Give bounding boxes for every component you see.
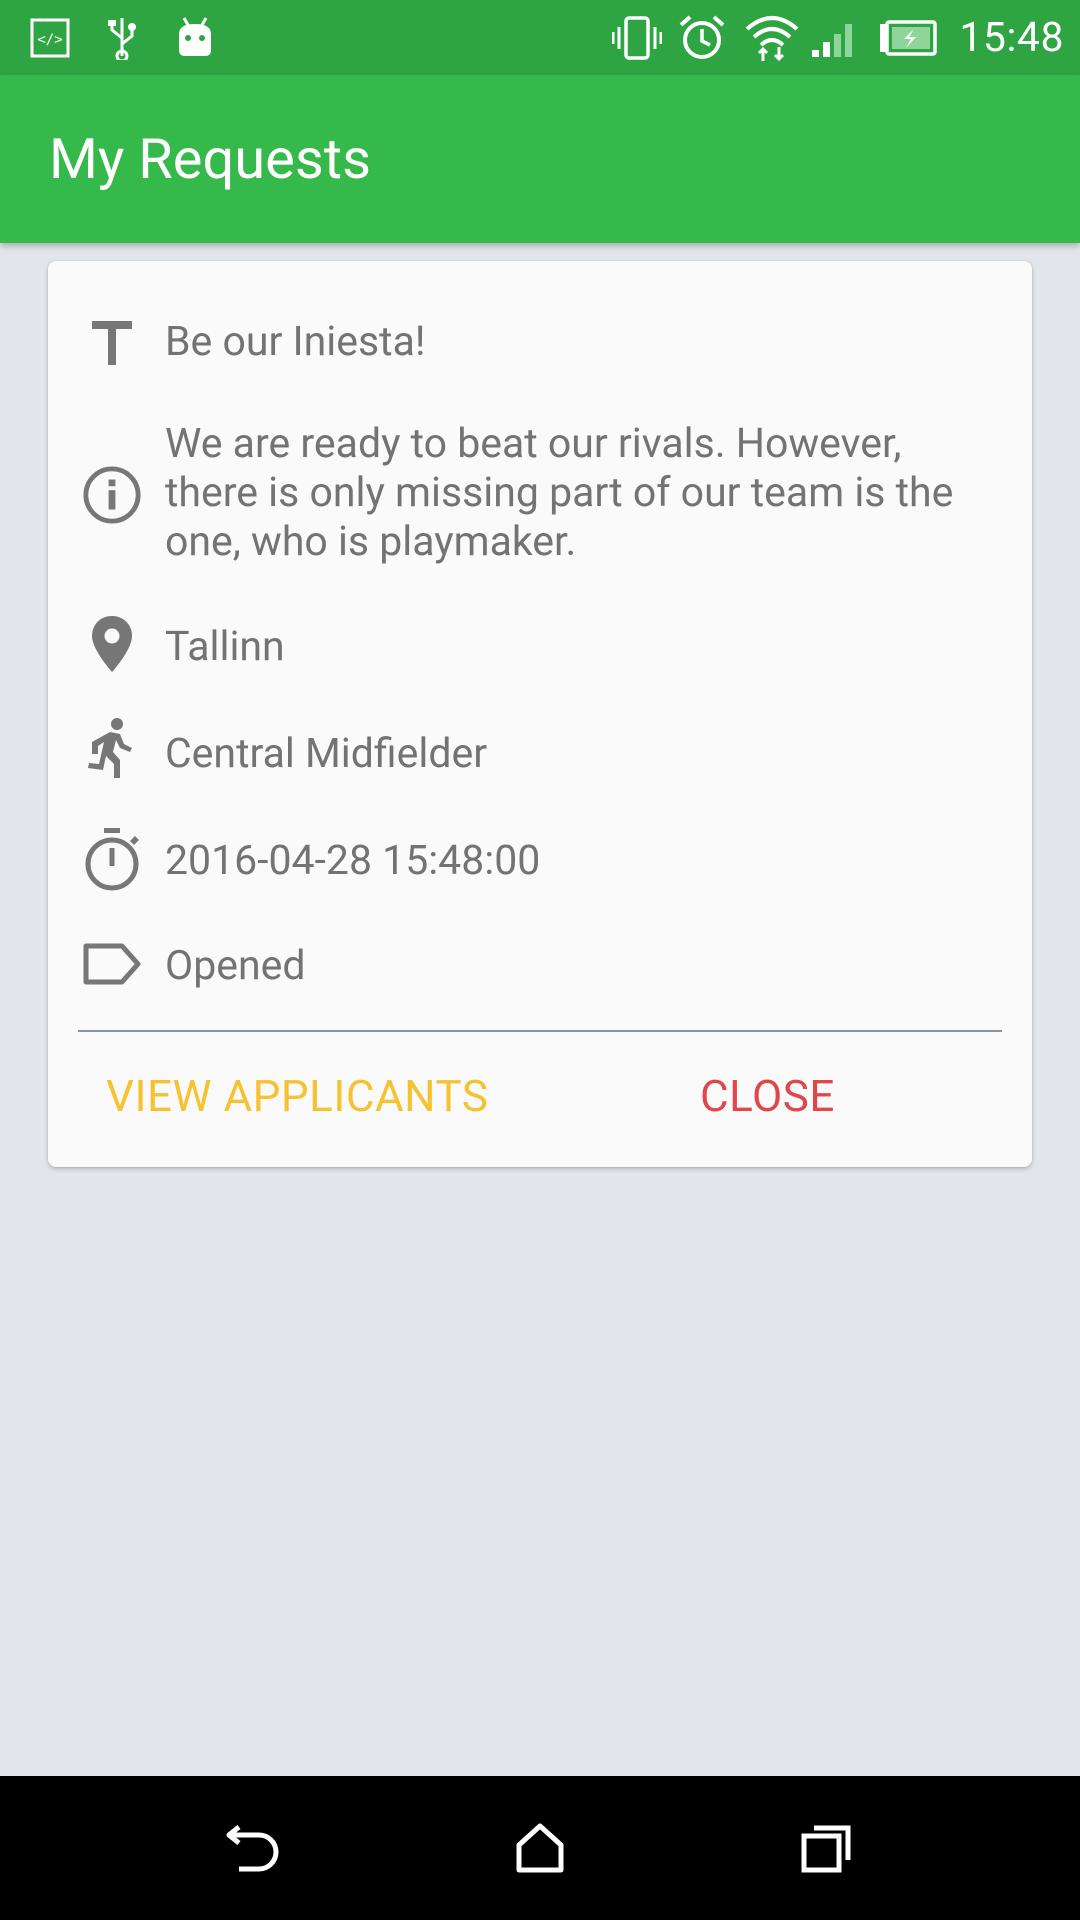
request-datetime: 2016-04-28 15:48:00 xyxy=(165,837,541,885)
request-position-row: Central Midfielder xyxy=(48,718,1032,786)
request-card: Be our Iniesta! We are ready to beat our… xyxy=(48,261,1032,1167)
navigation-bar xyxy=(0,1776,1080,1920)
request-status-row: Opened xyxy=(48,934,1032,1000)
info-icon xyxy=(82,465,142,525)
running-person-icon xyxy=(82,718,142,780)
request-position: Central Midfielder xyxy=(165,730,488,778)
page-title: My Requests xyxy=(49,126,371,192)
usb-icon xyxy=(104,0,140,75)
vibrate-icon xyxy=(612,0,662,75)
request-location-row: Tallinn xyxy=(48,614,1032,680)
back-icon[interactable] xyxy=(193,1776,313,1920)
request-datetime-row: 2016-04-28 15:48:00 xyxy=(48,827,1032,893)
card-divider xyxy=(78,1030,1002,1032)
android-icon xyxy=(175,0,215,75)
title-icon xyxy=(82,313,142,373)
recents-icon[interactable] xyxy=(767,1776,887,1920)
request-title: Be our Iniesta! xyxy=(165,318,426,366)
home-icon[interactable] xyxy=(480,1776,600,1920)
cell-signal-icon xyxy=(810,0,860,75)
request-location: Tallinn xyxy=(165,623,285,671)
label-tag-icon xyxy=(82,934,142,994)
app-bar: My Requests xyxy=(0,75,1080,243)
status-bar: </> 15:48 xyxy=(0,0,1080,75)
close-request-button[interactable]: CLOSE xyxy=(700,1056,835,1136)
svg-text:</>: </> xyxy=(37,32,62,48)
location-pin-icon xyxy=(82,614,142,674)
wifi-icon xyxy=(745,0,799,75)
battery-charging-icon xyxy=(878,0,938,75)
view-applicants-button[interactable]: VIEW APPLICANTS xyxy=(106,1056,488,1136)
alarm-icon xyxy=(678,0,726,75)
request-status: Opened xyxy=(165,942,306,990)
request-description: We are ready to beat our rivals. However… xyxy=(165,420,954,566)
request-title-row: Be our Iniesta! xyxy=(48,313,1032,373)
stopwatch-icon xyxy=(82,828,142,891)
request-description-row: We are ready to beat our rivals. However… xyxy=(48,420,1032,570)
status-time: 15:48 xyxy=(959,14,1064,62)
developer-code-icon: </> xyxy=(30,0,70,75)
